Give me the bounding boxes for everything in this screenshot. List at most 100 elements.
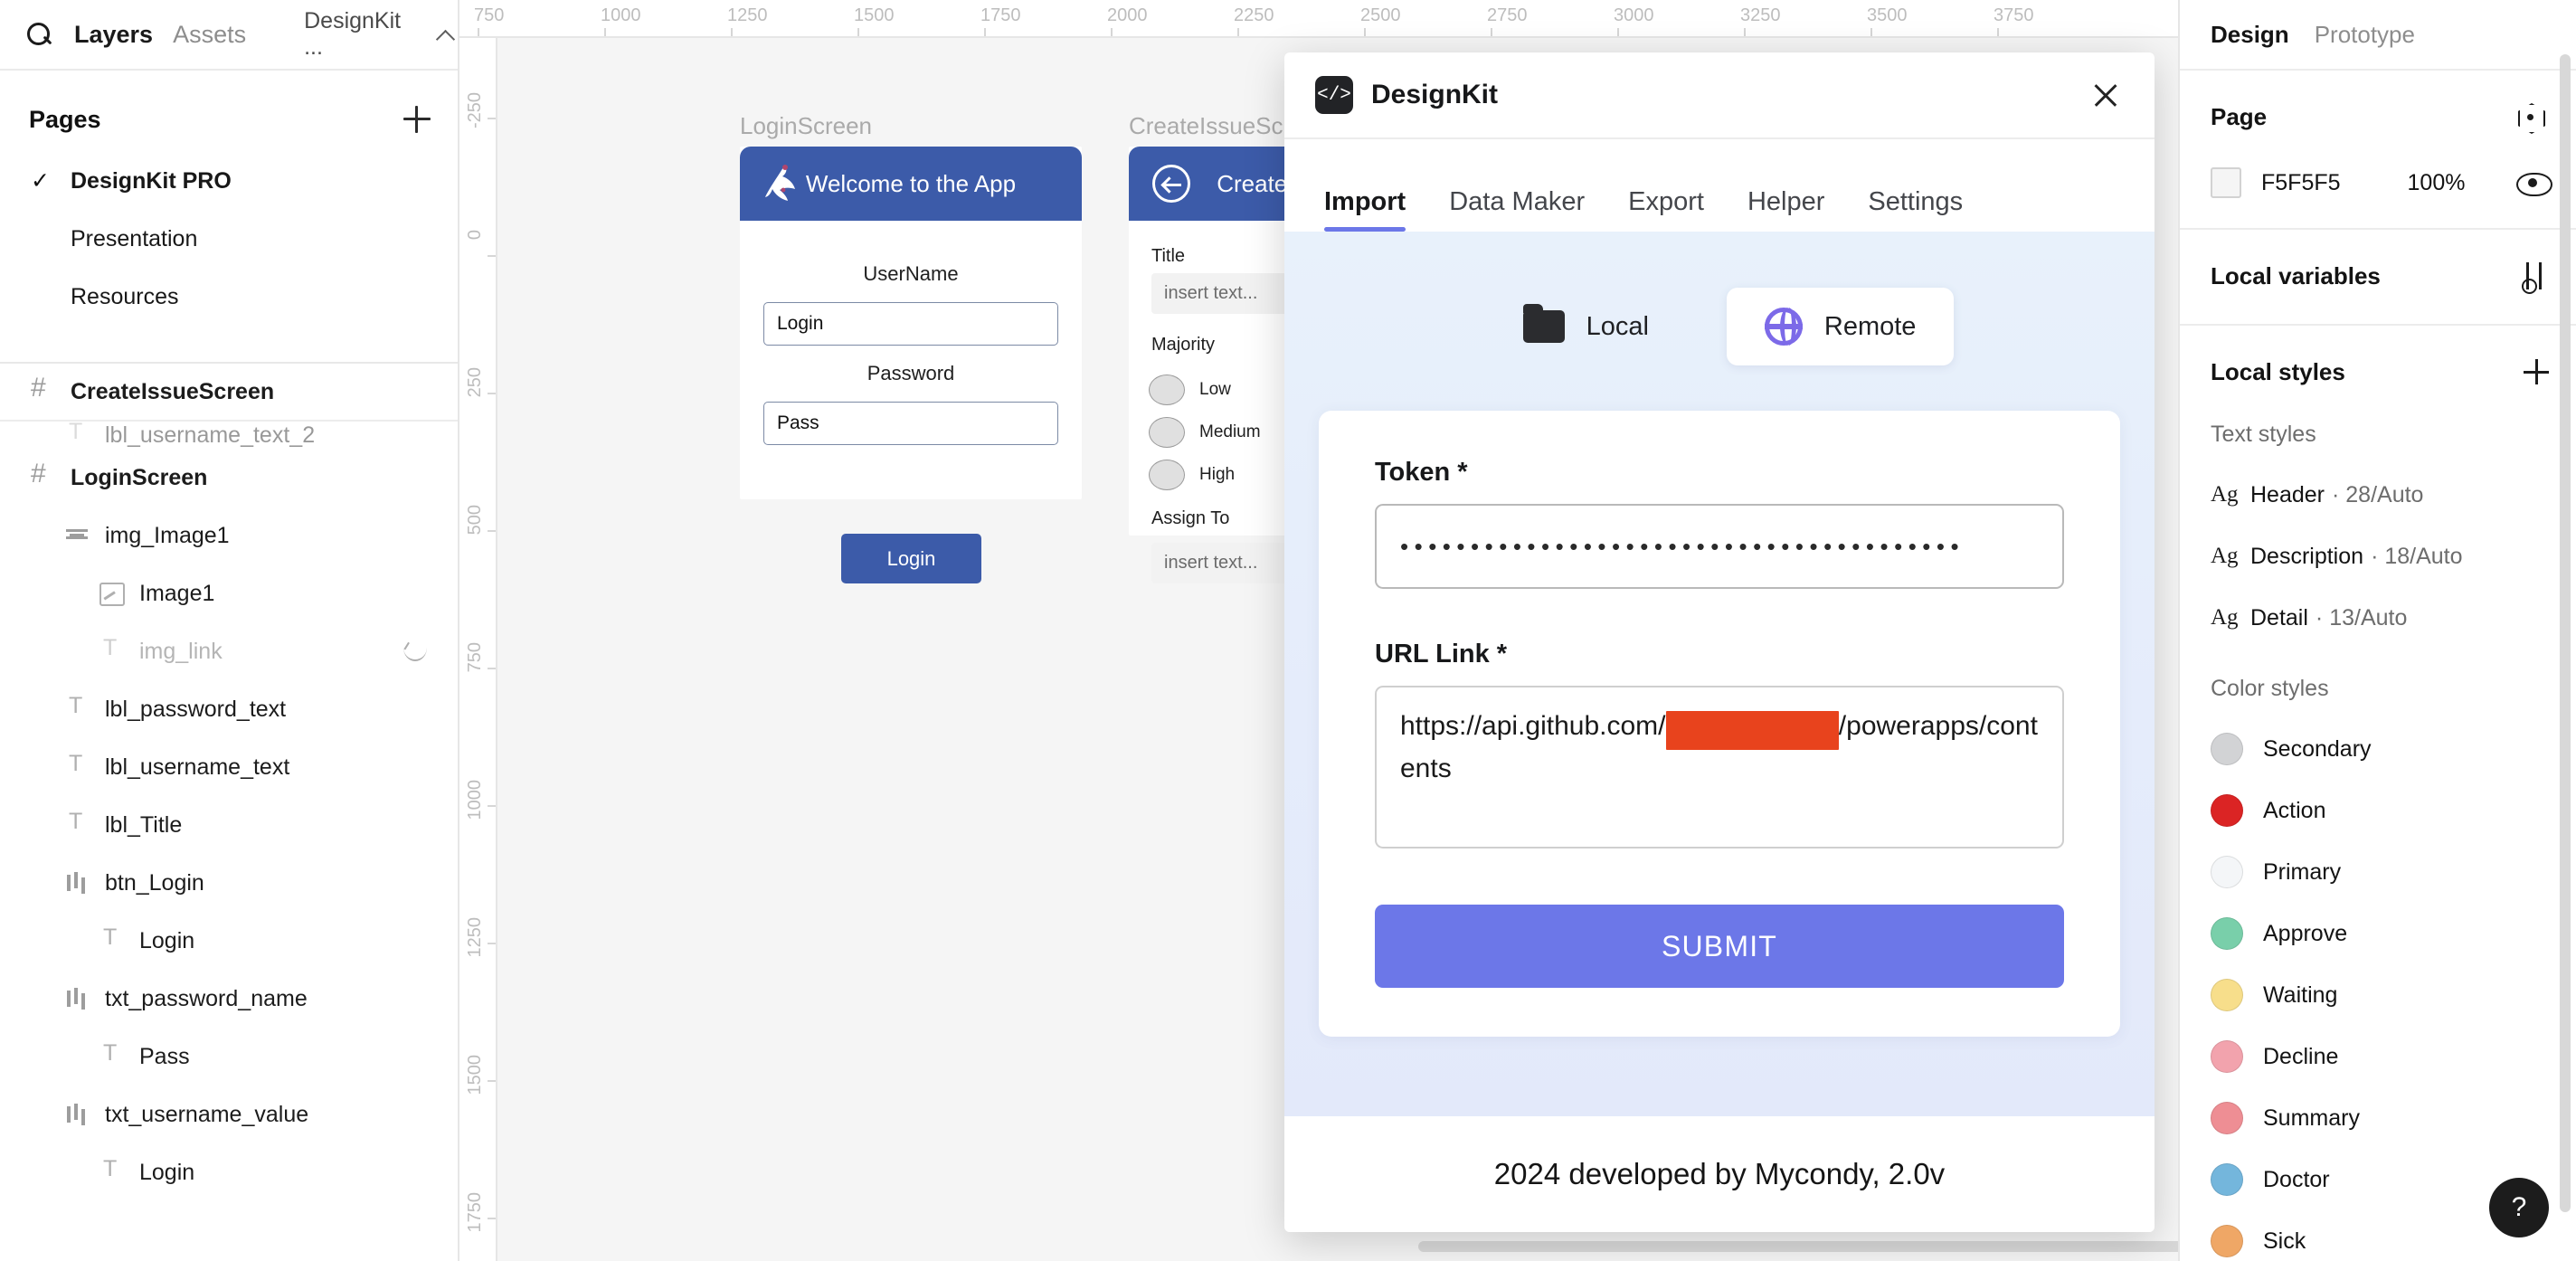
eye-icon[interactable]	[2516, 173, 2552, 196]
color-style-item[interactable]: Action	[2180, 780, 2576, 841]
layer-item[interactable]: Login	[0, 912, 458, 970]
add-style-icon[interactable]	[2524, 359, 2549, 384]
page-color-hex[interactable]: F5F5F5	[2261, 170, 2341, 196]
local-variables-title: Local variables	[2211, 261, 2381, 289]
color-style-name: Waiting	[2263, 981, 2338, 1008]
layer-item[interactable]: lbl_password_text	[0, 680, 458, 738]
ruler-tick-label: 1250	[727, 5, 768, 25]
code-brackets-icon: </>	[1315, 76, 1353, 114]
page-item[interactable]: ✓ DesignKit PRO	[0, 152, 458, 210]
color-swatch-icon	[2211, 1225, 2243, 1257]
ruler-tick-label: 0	[465, 230, 485, 241]
layer-item[interactable]: lbl_username_text	[0, 738, 458, 796]
panel-tab-design[interactable]: Design	[2211, 21, 2289, 49]
sliders-icon[interactable]	[2518, 262, 2549, 294]
plugin-tab-export[interactable]: Export	[1628, 187, 1704, 232]
token-input[interactable]: ••••••••••••••••••••••••••••••••••••••••	[1375, 504, 2064, 589]
help-button[interactable]: ?	[2489, 1178, 2549, 1237]
submit-button[interactable]: SUBMIT	[1375, 905, 2064, 988]
page-background-row[interactable]: F5F5F5 100%	[2180, 163, 2576, 203]
layer-item[interactable]: Pass	[0, 1028, 458, 1086]
layer-item[interactable]: LoginScreen	[0, 449, 458, 507]
component-icon	[62, 983, 92, 1014]
layer-item[interactable]: txt_username_value	[0, 1086, 458, 1143]
text-icon	[62, 751, 92, 782]
design-panel-tabs[interactable]: Design Prototype	[2180, 0, 2576, 71]
layer-item[interactable]: lbl_Title	[0, 796, 458, 854]
color-style-item[interactable]: Summary	[2180, 1087, 2576, 1149]
page-item[interactable]: Resources	[0, 268, 458, 326]
plugin-title: DesignKit	[1371, 80, 1499, 109]
frame-label-loginscreen[interactable]: LoginScreen	[740, 112, 872, 140]
page-color-opacity[interactable]: 100%	[2408, 170, 2466, 196]
source-toggle-group[interactable]: Local Remote	[1319, 288, 2120, 365]
frame-icon	[27, 373, 58, 407]
vertical-scrollbar[interactable]	[2560, 54, 2571, 1212]
close-icon[interactable]	[2088, 77, 2124, 113]
radio-low[interactable]: Low	[1149, 375, 1231, 405]
url-input[interactable]: https://api.github.com/█████████/powerap…	[1375, 686, 2064, 849]
designkit-plugin-modal[interactable]: </> DesignKit Import Data Maker Export Help…	[1284, 52, 2155, 1232]
layer-item-label: lbl_password_text	[105, 696, 287, 722]
color-style-item[interactable]: Secondary	[2180, 718, 2576, 780]
layer-item[interactable]: CreateIssueScreen	[0, 364, 458, 422]
ruler-tick	[857, 28, 859, 36]
app-logo-icon	[765, 165, 795, 201]
ruler-tick-label: 250	[465, 367, 485, 398]
layer-item[interactable]: txt_password_name	[0, 970, 458, 1028]
layer-item[interactable]: Image1	[0, 564, 458, 622]
add-page-icon[interactable]	[403, 106, 431, 133]
plugin-tab-settings[interactable]: Settings	[1868, 187, 1963, 232]
source-option-local[interactable]: Local	[1485, 290, 1687, 363]
plugin-tab-import[interactable]: Import	[1324, 187, 1406, 232]
plugin-tab-data-maker[interactable]: Data Maker	[1449, 187, 1585, 232]
plugin-tab-bar[interactable]: Import Data Maker Export Helper Settings	[1284, 139, 2155, 232]
tab-assets[interactable]: Assets	[173, 21, 246, 49]
layer-item[interactable]: lbl_username_text_2	[0, 422, 458, 449]
ruler-tick	[488, 118, 496, 119]
text-style-name: Detail	[2250, 604, 2308, 630]
eye-off-icon[interactable]	[402, 642, 431, 660]
password-input[interactable]: Pass	[763, 402, 1058, 445]
color-style-item[interactable]: Approve	[2180, 903, 2576, 964]
layer-item[interactable]: btn_Login	[0, 854, 458, 912]
back-arrow-icon[interactable]	[1152, 165, 1190, 203]
plugin-footer: 2024 developed by Mycondy, 2.0v	[1284, 1116, 2155, 1232]
text-style-item[interactable]: Ag Detail · 13/Auto	[2180, 587, 2576, 649]
layer-item[interactable]: img_link	[0, 622, 458, 680]
frame-loginscreen[interactable]: Welcome to the App UserName Login Passwo…	[740, 147, 1082, 583]
login-button[interactable]: Login	[841, 534, 981, 583]
layer-item[interactable]: Login	[0, 1143, 458, 1201]
panel-tab-prototype[interactable]: Prototype	[2315, 21, 2415, 49]
ruler-tick-label: 1000	[465, 780, 485, 820]
text-icon	[62, 693, 92, 725]
color-style-name: Secondary	[2263, 735, 2372, 762]
color-style-name: Action	[2263, 797, 2326, 823]
source-option-remote[interactable]: Remote	[1726, 288, 1955, 365]
text-style-item[interactable]: Ag Header · 28/Auto	[2180, 464, 2576, 526]
plugin-tab-helper[interactable]: Helper	[1747, 187, 1824, 232]
text-styles-list[interactable]: Ag Header · 28/Auto Ag Description · 18/Auto A…	[2180, 464, 2576, 649]
layer-item[interactable]: img_Image1	[0, 507, 458, 564]
color-style-item[interactable]: Waiting	[2180, 964, 2576, 1026]
color-style-item[interactable]: Primary	[2180, 841, 2576, 903]
radio-high[interactable]: High	[1149, 460, 1235, 490]
horizontal-scrollbar[interactable]	[1418, 1241, 2178, 1252]
page-color-swatch[interactable]	[2211, 167, 2241, 198]
radio-medium[interactable]: Medium	[1149, 417, 1261, 448]
tab-layers[interactable]: Layers	[74, 21, 153, 49]
layer-item-label: Login	[139, 1159, 195, 1185]
search-icon[interactable]	[24, 19, 54, 50]
ruler-tick	[488, 255, 496, 257]
local-variables-section[interactable]: Local variables	[2180, 230, 2576, 326]
layer-tree[interactable]: CreateIssueScreen lbl_username_text_2 Logi…	[0, 364, 458, 1261]
ruler-tick	[488, 530, 496, 532]
page-item[interactable]: Presentation	[0, 210, 458, 268]
file-name-label[interactable]: DesignKit ...	[304, 8, 401, 61]
text-style-meta: · 18/Auto	[2371, 543, 2463, 569]
color-style-item[interactable]: Decline	[2180, 1026, 2576, 1087]
username-input[interactable]: Login	[763, 302, 1058, 346]
page-settings-icon[interactable]	[2516, 101, 2549, 132]
text-style-item[interactable]: Ag Description · 18/Auto	[2180, 526, 2576, 587]
layer-item-label: Pass	[139, 1043, 190, 1069]
